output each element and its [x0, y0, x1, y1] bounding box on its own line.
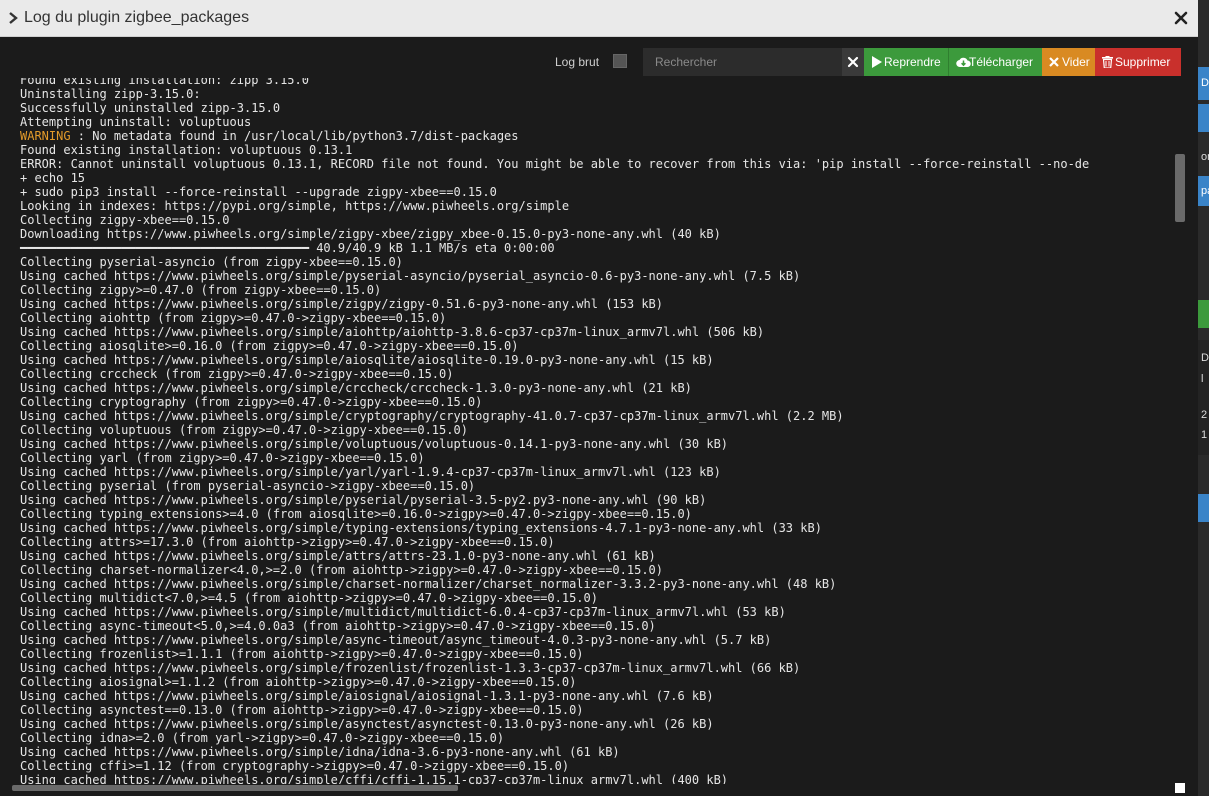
- trash-icon: [1102, 56, 1113, 68]
- background-button: [1198, 300, 1209, 328]
- close-icon: [847, 56, 859, 68]
- empty-log-button[interactable]: Vider: [1042, 48, 1095, 76]
- background-text: 2: [1201, 409, 1208, 421]
- clear-search-button[interactable]: [842, 48, 864, 76]
- play-icon: [872, 56, 882, 68]
- background-text: 1: [1201, 429, 1208, 441]
- times-icon: [1049, 57, 1059, 67]
- delete-label: Supprimer: [1115, 55, 1171, 69]
- background-text: l: [1201, 373, 1204, 385]
- resume-label: Reprendre: [884, 55, 941, 69]
- close-icon[interactable]: [1172, 9, 1190, 27]
- background-text: D: [1201, 352, 1209, 364]
- delete-button[interactable]: Supprimer: [1095, 48, 1181, 76]
- background-button: [1198, 104, 1209, 132]
- download-label: Télécharger: [969, 55, 1034, 69]
- cloud-download-icon: [956, 57, 971, 68]
- plugin-log-dialog: Log du plugin zigbee_packages Log brut R…: [0, 0, 1198, 796]
- log-lines-before: Found existing installation: zipp 3.15.0…: [20, 78, 309, 129]
- log-text: Found existing installation: zipp 3.15.0…: [20, 78, 1089, 784]
- raw-log-checkbox[interactable]: [613, 54, 627, 68]
- resize-handle[interactable]: [1175, 783, 1185, 793]
- background-text: on: [1201, 151, 1209, 163]
- search-input[interactable]: [643, 48, 842, 76]
- empty-log-label: Vider: [1062, 55, 1090, 69]
- background-page-strip: [1198, 0, 1209, 796]
- log-lines-after: Found existing installation: voluptuous …: [20, 143, 1090, 784]
- resume-button[interactable]: Reprendre: [864, 48, 948, 76]
- background-button: [1198, 494, 1209, 522]
- background-text: Dé: [1201, 77, 1209, 89]
- warning-tag: WARNING: [20, 129, 71, 143]
- dialog-title: Log du plugin zigbee_packages: [24, 9, 250, 26]
- vertical-scrollbar-thumb[interactable]: [1175, 154, 1185, 222]
- horizontal-scrollbar-thumb[interactable]: [12, 785, 458, 791]
- background-text: pa: [1201, 185, 1209, 197]
- raw-log-label: Log brut: [555, 55, 600, 69]
- warning-message: : No metadata found in /usr/local/lib/py…: [70, 129, 519, 143]
- log-content[interactable]: Found existing installation: zipp 3.15.0…: [12, 78, 1174, 784]
- dialog-titlebar[interactable]: Log du plugin zigbee_packages: [0, 0, 1198, 37]
- download-button[interactable]: Télécharger: [948, 48, 1042, 76]
- chevron-right-icon[interactable]: [7, 11, 19, 25]
